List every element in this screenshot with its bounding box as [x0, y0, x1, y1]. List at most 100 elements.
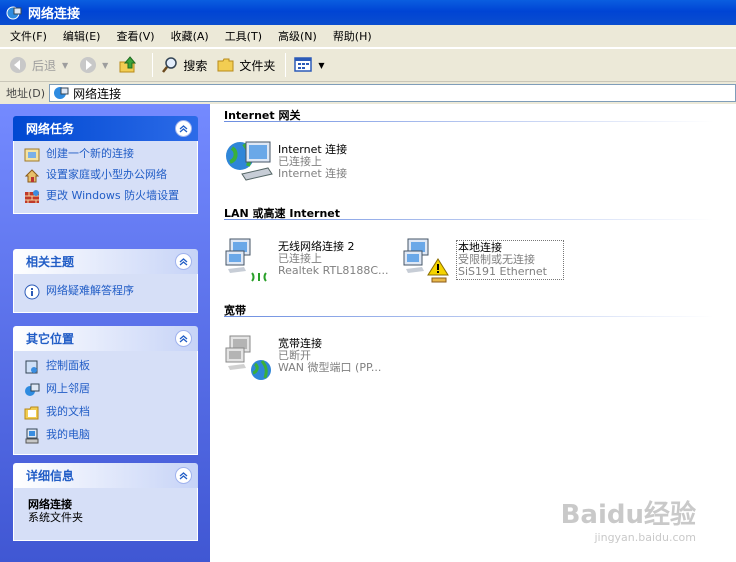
menu-file[interactable]: 文件(F): [4, 28, 53, 44]
up-folder-icon: [119, 56, 137, 73]
broadband-disconnected-icon: [225, 335, 271, 380]
network-tasks-body: 创建一个新的连接 设置家庭或小型办公网络 更改 Windows 防火墙设置: [13, 141, 198, 214]
home-network-icon: [24, 169, 40, 183]
firewall-settings-label: 更改 Windows 防火墙设置: [46, 189, 180, 202]
new-connection-icon: [24, 148, 40, 162]
window-title: 网络连接: [28, 7, 81, 22]
back-label: 后退: [32, 58, 57, 73]
details-type: 系统文件夹: [28, 511, 83, 524]
other-places-panel: 其它位置 控制面板 网上邻居 我的文档 我的电脑: [13, 326, 198, 455]
group-divider: [224, 316, 714, 317]
back-button[interactable]: 后退 ▼: [4, 53, 72, 77]
menu-view[interactable]: 查看(V): [110, 28, 160, 44]
troubleshooter-link[interactable]: 网络疑难解答程序: [24, 284, 187, 300]
details-header[interactable]: 详细信息: [13, 463, 198, 488]
details-title: 详细信息: [26, 469, 75, 483]
collapse-chevron-icon[interactable]: [175, 330, 192, 347]
forward-dropdown-icon[interactable]: ▼: [102, 61, 108, 70]
local-area-connection-item[interactable]: 本地连接 受限制或无连接 SiS191 Ethernet: [402, 235, 564, 285]
group-divider: [224, 121, 714, 122]
address-value: 网络连接: [73, 86, 122, 101]
my-network-places-label: 网上邻居: [46, 382, 90, 395]
watermark-url: jingyan.baidu.com: [594, 531, 696, 544]
address-field[interactable]: 网络连接: [49, 84, 736, 102]
my-documents-link[interactable]: 我的文档: [24, 405, 187, 421]
menu-tools[interactable]: 工具(T): [219, 28, 268, 44]
related-topics-panel: 相关主题 网络疑难解答程序: [13, 249, 198, 313]
task-pane: 网络任务 创建一个新的连接 设置家庭或小型办公网络 更改 Windows 防火墙…: [0, 104, 210, 562]
back-arrow-icon: [10, 57, 26, 73]
search-icon: [162, 57, 178, 73]
connection-device: Realtek RTL8188C...: [278, 264, 389, 277]
create-connection-label: 创建一个新的连接: [46, 147, 134, 160]
menu-edit[interactable]: 编辑(E): [57, 28, 107, 44]
folders-label: 文件夹: [239, 58, 276, 73]
toolbar-separator: [152, 53, 154, 77]
wireless-network-icon: [225, 238, 267, 282]
control-panel-icon: [25, 360, 38, 374]
related-topics-header[interactable]: 相关主题: [13, 249, 198, 274]
related-topics-body: 网络疑难解答程序: [13, 274, 198, 313]
network-tasks-panel: 网络任务 创建一个新的连接 设置家庭或小型办公网络 更改 Windows 防火墙…: [13, 116, 198, 214]
folders-button[interactable]: 文件夹: [213, 54, 279, 76]
network-connections-icon: [6, 6, 22, 19]
title-bar: 网络连接: [0, 0, 736, 25]
search-label: 搜索: [183, 58, 208, 73]
network-tasks-title: 网络任务: [26, 122, 75, 136]
wireless-connection-item[interactable]: 无线网络连接 2 已连接上 Realtek RTL8188C...: [224, 235, 389, 285]
group-divider: [224, 219, 714, 220]
troubleshooter-label: 网络疑难解答程序: [46, 284, 134, 297]
views-icon: [294, 57, 313, 72]
other-places-title: 其它位置: [26, 332, 75, 346]
forward-button[interactable]: ▼: [74, 53, 112, 77]
my-documents-icon: [24, 406, 39, 420]
menu-help[interactable]: 帮助(H): [327, 28, 378, 44]
network-connections-icon: [54, 87, 69, 99]
create-connection-link[interactable]: 创建一个新的连接: [24, 147, 187, 163]
home-network-link[interactable]: 设置家庭或小型办公网络: [24, 168, 187, 184]
back-dropdown-icon[interactable]: ▼: [62, 61, 68, 70]
views-button[interactable]: ▼: [290, 54, 328, 76]
my-computer-label: 我的电脑: [46, 428, 90, 441]
my-computer-link[interactable]: 我的电脑: [24, 428, 187, 444]
my-computer-icon: [25, 428, 39, 444]
folder-icon: [217, 58, 234, 72]
info-icon: [24, 284, 40, 300]
firewall-icon: [25, 190, 39, 203]
forward-arrow-icon: [80, 57, 97, 73]
menu-favorites[interactable]: 收藏(A): [165, 28, 215, 44]
other-places-header[interactable]: 其它位置: [13, 326, 198, 351]
connections-view: Internet 网关 Internet 连接 已连接上 Internet 连接…: [210, 104, 736, 562]
internet-gateway-icon: [226, 141, 273, 181]
search-button[interactable]: 搜索: [157, 54, 211, 76]
collapse-chevron-icon[interactable]: [175, 120, 192, 137]
details-body: 网络连接 系统文件夹: [13, 488, 198, 541]
home-network-label: 设置家庭或小型办公网络: [46, 168, 167, 181]
toolbar: 后退 ▼ ▼ 搜索 文件夹 ▼: [0, 48, 736, 82]
connection-device: SiS191 Ethernet: [458, 265, 547, 278]
collapse-chevron-icon[interactable]: [175, 467, 192, 484]
toolbar-separator: [285, 53, 287, 77]
watermark-brand: Baidu经验: [560, 500, 696, 530]
control-panel-link[interactable]: 控制面板: [24, 359, 187, 375]
collapse-chevron-icon[interactable]: [175, 253, 192, 270]
address-label: 地址(D): [6, 87, 46, 100]
internet-connection-item[interactable]: Internet 连接 已连接上 Internet 连接: [224, 134, 347, 184]
up-folder-button[interactable]: [114, 53, 146, 77]
details-panel: 详细信息 网络连接 系统文件夹: [13, 463, 198, 541]
limited-connection-icon: [403, 238, 449, 283]
firewall-settings-link[interactable]: 更改 Windows 防火墙设置: [24, 189, 187, 205]
menu-advanced[interactable]: 高级(N): [272, 28, 323, 44]
broadband-connection-item[interactable]: 宽带连接 已断开 WAN 微型端口 (PP...: [224, 332, 381, 382]
connection-device: Internet 连接: [278, 167, 348, 180]
connection-device: WAN 微型端口 (PP...: [278, 361, 382, 374]
network-tasks-header[interactable]: 网络任务: [13, 116, 198, 141]
network-places-icon: [25, 383, 40, 396]
related-topics-title: 相关主题: [26, 255, 75, 269]
details-name: 网络连接: [28, 498, 72, 511]
my-documents-label: 我的文档: [46, 405, 90, 418]
address-bar: 地址(D) 网络连接: [0, 82, 736, 104]
my-network-places-link[interactable]: 网上邻居: [24, 382, 187, 398]
views-dropdown-icon[interactable]: ▼: [318, 61, 324, 70]
other-places-body: 控制面板 网上邻居 我的文档 我的电脑: [13, 351, 198, 455]
